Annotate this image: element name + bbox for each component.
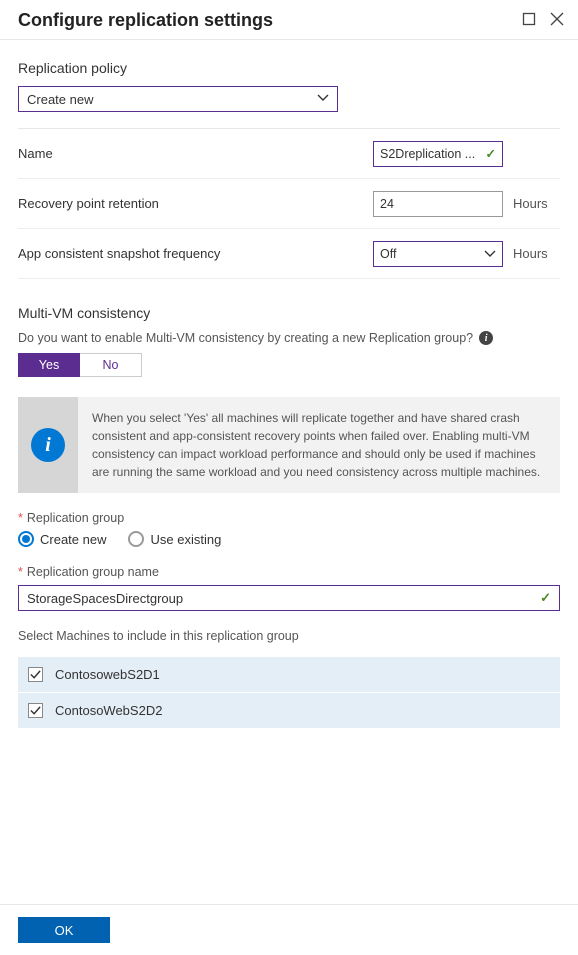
footer: OK: [0, 904, 578, 955]
close-icon[interactable]: [550, 12, 564, 29]
toggle-yes[interactable]: Yes: [18, 353, 80, 377]
retention-suffix: Hours: [513, 196, 548, 211]
radio-create-new[interactable]: Create new: [18, 531, 106, 547]
chevron-down-icon: [317, 93, 329, 105]
info-icon[interactable]: i: [479, 331, 493, 345]
replication-group-name-input[interactable]: StorageSpacesDirectgroup ✓: [18, 585, 560, 611]
replication-policy-label: Replication policy: [18, 60, 560, 76]
checkbox-icon[interactable]: [28, 703, 43, 718]
page-title: Configure replication settings: [18, 10, 273, 31]
machine-row[interactable]: ContosoWebS2D2: [18, 693, 560, 729]
retention-row: Recovery point retention 24 Hours: [18, 179, 560, 229]
info-box-text: When you select 'Yes' all machines will …: [78, 397, 560, 493]
machine-name: ContosowebS2D1: [55, 667, 160, 682]
radio-use-existing[interactable]: Use existing: [128, 531, 221, 547]
retention-input[interactable]: 24: [373, 191, 503, 217]
panel-header: Configure replication settings: [0, 0, 578, 40]
snapshot-value: Off: [380, 247, 396, 261]
replication-policy-dropdown[interactable]: Create new: [18, 86, 338, 112]
machine-list: ContosowebS2D1 ContosoWebS2D2: [18, 657, 560, 729]
info-icon: i: [31, 428, 65, 462]
snapshot-row: App consistent snapshot frequency Off Ho…: [18, 229, 560, 279]
machine-name: ContosoWebS2D2: [55, 703, 162, 718]
replication-group-radios: Create new Use existing: [18, 531, 560, 547]
machine-row[interactable]: ContosowebS2D1: [18, 657, 560, 693]
replication-group-label: * Replication group: [18, 511, 560, 525]
restore-icon[interactable]: [522, 12, 536, 29]
radio-icon: [128, 531, 144, 547]
snapshot-suffix: Hours: [513, 246, 548, 261]
multi-vm-toggle: Yes No: [18, 353, 560, 377]
radio-icon: [18, 531, 34, 547]
replication-group-name-value: StorageSpacesDirectgroup: [27, 591, 183, 606]
check-icon: ✓: [486, 146, 496, 161]
snapshot-dropdown[interactable]: Off: [373, 241, 503, 267]
toggle-no[interactable]: No: [80, 353, 142, 377]
multi-vm-question-text: Do you want to enable Multi-VM consisten…: [18, 331, 473, 345]
check-icon: ✓: [540, 590, 551, 606]
checkbox-icon[interactable]: [28, 667, 43, 682]
replication-group-label-text: Replication group: [27, 511, 124, 525]
machines-label: Select Machines to include in this repli…: [18, 629, 560, 643]
retention-label: Recovery point retention: [18, 196, 373, 211]
info-box-icon-col: i: [18, 397, 78, 493]
replication-group-name-label-text: Replication group name: [27, 565, 159, 579]
required-star: *: [18, 511, 23, 525]
name-value: S2Dreplication ...: [380, 147, 475, 161]
multi-vm-question: Do you want to enable Multi-VM consisten…: [18, 331, 560, 345]
radio-use-label: Use existing: [150, 532, 221, 547]
replication-policy-value: Create new: [27, 92, 93, 107]
retention-value: 24: [380, 197, 394, 211]
replication-group-name-label: * Replication group name: [18, 565, 560, 579]
name-row: Name S2Dreplication ... ✓: [18, 129, 560, 179]
snapshot-label: App consistent snapshot frequency: [18, 246, 373, 261]
name-input[interactable]: S2Dreplication ... ✓: [373, 141, 503, 167]
multi-vm-label: Multi-VM consistency: [18, 305, 560, 321]
required-star: *: [18, 565, 23, 579]
radio-create-label: Create new: [40, 532, 106, 547]
info-box: i When you select 'Yes' all machines wil…: [18, 397, 560, 493]
chevron-down-icon: [484, 247, 496, 261]
ok-button[interactable]: OK: [18, 917, 110, 943]
name-label: Name: [18, 146, 373, 161]
